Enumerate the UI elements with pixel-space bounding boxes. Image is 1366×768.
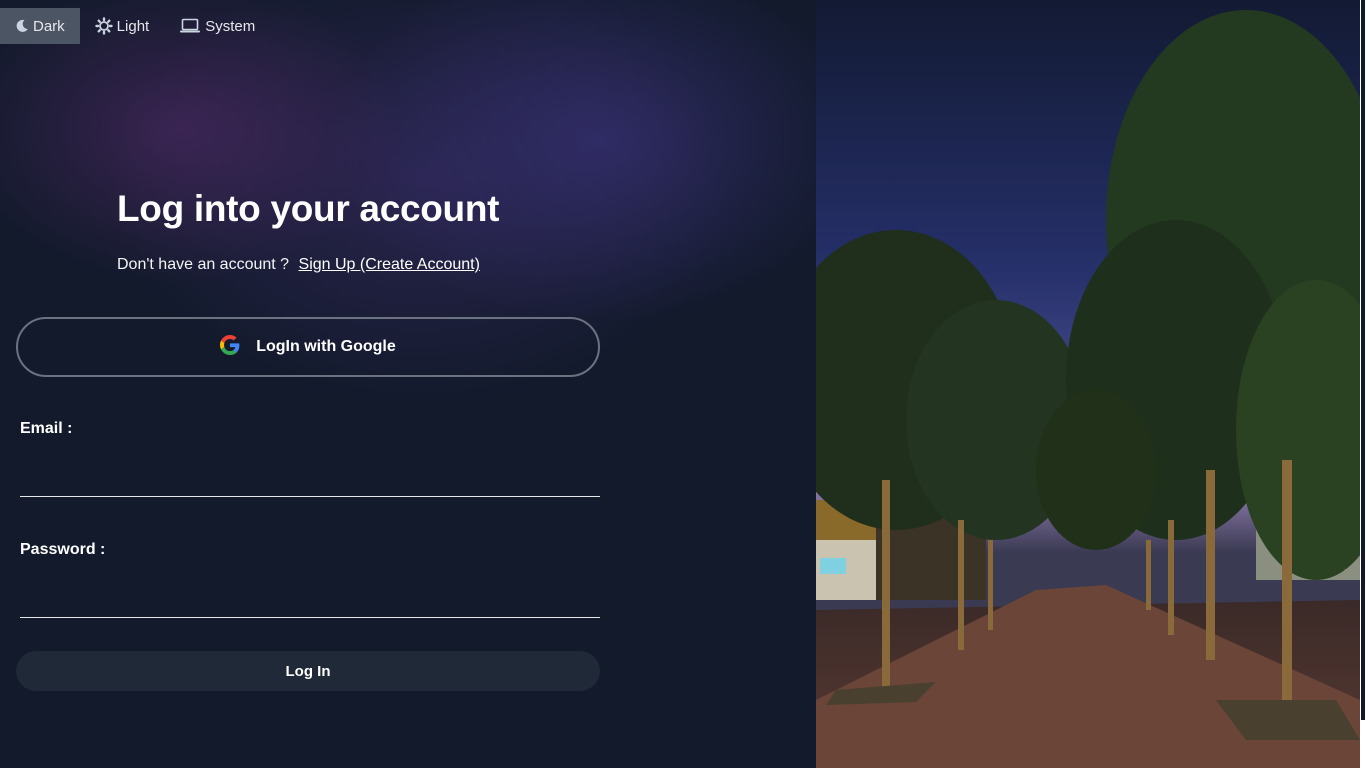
moon-icon: [15, 19, 29, 33]
theme-dark-label: Dark: [33, 17, 65, 35]
password-field[interactable]: [20, 578, 600, 618]
sun-icon: [94, 17, 113, 35]
login-submit-button[interactable]: Log In: [16, 651, 600, 691]
theme-dark-button[interactable]: Dark: [0, 8, 80, 44]
google-login-label: LogIn with Google: [256, 338, 396, 355]
signup-link[interactable]: Sign Up (Create Account): [299, 256, 480, 273]
signup-prompt: Don't have an account ? Sign Up (Create …: [117, 256, 480, 274]
password-label: Password :: [20, 541, 106, 558]
theme-system-button[interactable]: System: [164, 8, 270, 44]
login-panel: Log into your account Don't have an acco…: [0, 0, 816, 768]
email-field[interactable]: [20, 457, 600, 497]
email-label: Email :: [20, 420, 73, 437]
theme-light-button[interactable]: Light: [80, 8, 165, 44]
scrollbar[interactable]: [1360, 0, 1366, 768]
campus-walkway-photo: [816, 0, 1360, 768]
theme-system-label: System: [205, 17, 256, 35]
page-title: Log into your account: [117, 188, 500, 229]
google-login-button[interactable]: LogIn with Google: [16, 317, 600, 377]
laptop-icon: [179, 18, 201, 34]
google-icon: [220, 334, 240, 360]
scrollbar-thumb[interactable]: [1361, 0, 1365, 720]
theme-switcher: Dark Light System: [0, 8, 270, 44]
signup-prompt-text: Don't have an account ?: [117, 256, 290, 273]
theme-light-label: Light: [116, 17, 150, 35]
